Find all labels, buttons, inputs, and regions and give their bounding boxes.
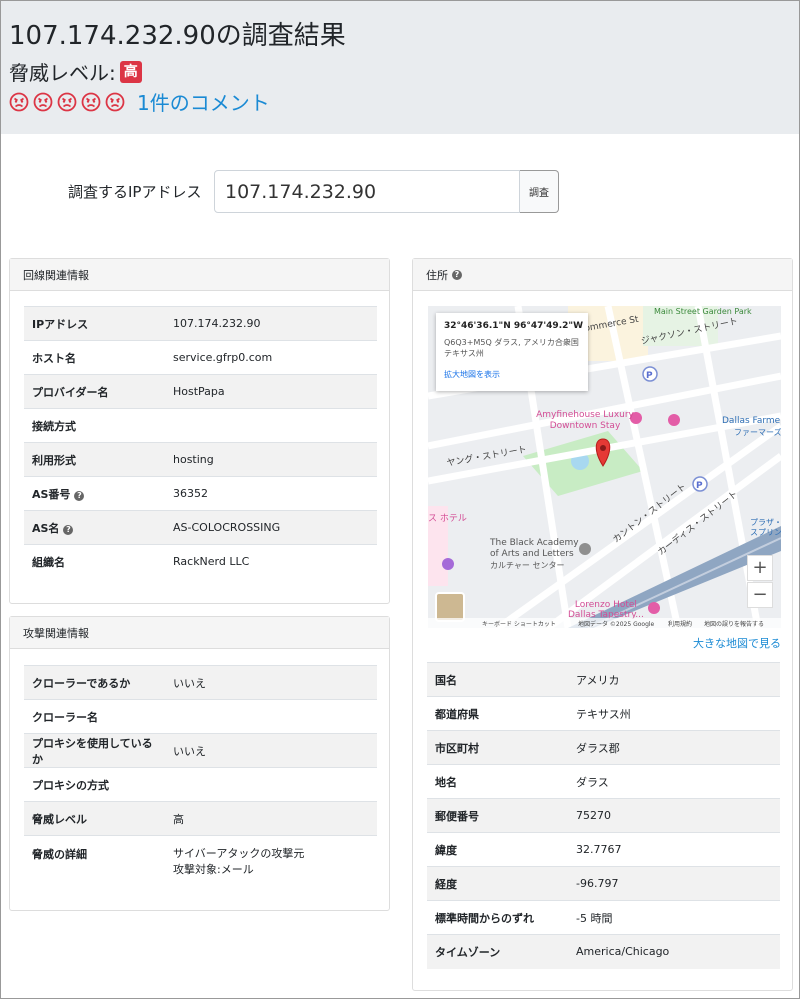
map-terms-link[interactable]: 利用規約 [668, 619, 692, 628]
address-header: 住所? [413, 259, 792, 291]
map-coords: 32°46'36.1"N 96°47'49.2"W [444, 321, 583, 331]
comment-link[interactable]: 1件のコメント [137, 87, 270, 116]
help-icon[interactable]: ? [63, 524, 74, 535]
svg-text:P: P [696, 481, 703, 491]
zoom-in-button[interactable]: + [747, 555, 773, 581]
map-footer: キーボード ショートカット 地図データ ©2025 Google 利用規約 地図… [428, 618, 781, 628]
angry-face-icon [9, 92, 29, 111]
map-poi-label: Dallas Farme [722, 416, 781, 426]
table-row: 利用形式 hosting [24, 442, 377, 477]
table-row: 接続方式 [24, 408, 377, 443]
zoom-out-button[interactable]: − [747, 582, 773, 608]
threat-faces: 1件のコメント [9, 87, 270, 116]
table-row: IPアドレス 107.174.232.90 [24, 306, 377, 341]
table-row: 脅威の詳細 サイバーアタックの攻撃元 攻撃対象:メール [24, 835, 377, 886]
page-title: 107.174.232.90の調査結果 [9, 21, 346, 51]
map-poi-label: ファーマーズ [734, 428, 781, 437]
map-report-link[interactable]: 地図の誤りを報告する [704, 619, 764, 628]
map-enlarge-link[interactable]: 拡大地図を表示 [444, 369, 580, 380]
map-hotel-label: Lorenzo Hotel Dallas Tapestry... [568, 600, 644, 620]
attack-info-header: 攻撃関連情報 [10, 617, 389, 649]
table-row: プロキシの方式 [24, 767, 377, 802]
table-row: クローラーであるか いいえ [24, 665, 377, 700]
address-table: 国名 アメリカ 都道府県 テキサス州 市区町村 ダラス郡 地名 ダラス 郵便番号 7527… [427, 662, 780, 969]
map-view[interactable]: P P Commerce St Main Street Garden Park … [428, 306, 781, 628]
map-poi-label: プラザ・ スプリン [750, 518, 781, 537]
ip-search-input[interactable] [214, 170, 520, 213]
angry-face-icon [57, 92, 77, 111]
line-info-card: 回線関連情報 IPアドレス 107.174.232.90 ホスト名 service.… [9, 258, 390, 604]
table-row: タイムゾーン America/Chicago [427, 934, 780, 969]
threat-label: 脅威レベル: [9, 61, 116, 85]
table-row: 都道府県 テキサス州 [427, 696, 780, 731]
search-label: 調査するIPアドレス [68, 183, 202, 201]
map-poi-label: ス ホテル [428, 514, 467, 524]
table-row: 地名 ダラス [427, 764, 780, 799]
table-row: プロキシを使用しているか いいえ [24, 733, 377, 768]
threat-level: 脅威レベル: 高 [9, 57, 142, 86]
map-plus-code: Q6Q3+M5Q ダラス, アメリカ合衆国 [444, 338, 579, 347]
search-button[interactable]: 調査 [520, 170, 559, 213]
angry-face-icon [105, 92, 125, 111]
map-hotel-label: Amyfinehouse Luxury Downtown Stay [536, 410, 634, 431]
map-info-popup: 32°46'36.1"N 96°47'49.2"W Q6Q3+M5Q ダラス, … [436, 313, 588, 391]
threat-badge: 高 [119, 60, 142, 83]
table-row: 緯度 32.7767 [427, 832, 780, 867]
attack-info-card: 攻撃関連情報 クローラーであるか いいえ クローラー名 プロキシを使用しているかい… [9, 616, 390, 911]
angry-face-icon [81, 92, 101, 111]
table-row: 郵便番号 75270 [427, 798, 780, 833]
map-poi-label: The Black Academy of Arts and Letters カル… [490, 538, 579, 570]
help-icon[interactable]: ? [74, 490, 85, 501]
map-shortcuts-link[interactable]: キーボード ショートカット [482, 619, 556, 628]
line-info-table: IPアドレス 107.174.232.90 ホスト名 service.gfrp0.c… [24, 306, 377, 579]
table-row: AS番号? 36352 [24, 476, 377, 511]
angry-face-icon [33, 92, 53, 111]
table-row: 経度 -96.797 [427, 866, 780, 901]
map-park-label: Main Street Garden Park [654, 307, 752, 316]
address-card: 住所? P P Commerce St Main Street Garden P… [412, 258, 793, 991]
large-map-link[interactable]: 大きな地図で見る [693, 635, 781, 651]
table-row: プロバイダー名 HostPapa [24, 374, 377, 409]
help-icon[interactable]: ? [452, 269, 462, 280]
attack-info-table: クローラーであるか いいえ クローラー名 プロキシを使用しているか いいえ プロキシ… [24, 665, 377, 886]
line-info-header: 回線関連情報 [10, 259, 389, 291]
table-row: 国名 アメリカ [427, 662, 780, 697]
map-attribution: 地図データ ©2025 Google [578, 621, 655, 628]
table-row: ホスト名 service.gfrp0.com [24, 340, 377, 375]
table-row: AS名? AS-COLOCROSSING [24, 510, 377, 545]
map-region: テキサス州 [444, 349, 484, 358]
table-row: 標準時間からのずれ -5 時間 [427, 900, 780, 935]
svg-text:P: P [646, 371, 653, 381]
page-header: 107.174.232.90の調査結果 脅威レベル: 高 1件のコメント [1, 1, 799, 134]
table-row: 組織名 RackNerd LLC [24, 544, 377, 579]
table-row: クローラー名 [24, 699, 377, 734]
table-row: 市区町村 ダラス郡 [427, 730, 780, 765]
table-row: 脅威レベル高 [24, 801, 377, 836]
ip-search-form: 調査するIPアドレス 調査 [68, 170, 559, 213]
